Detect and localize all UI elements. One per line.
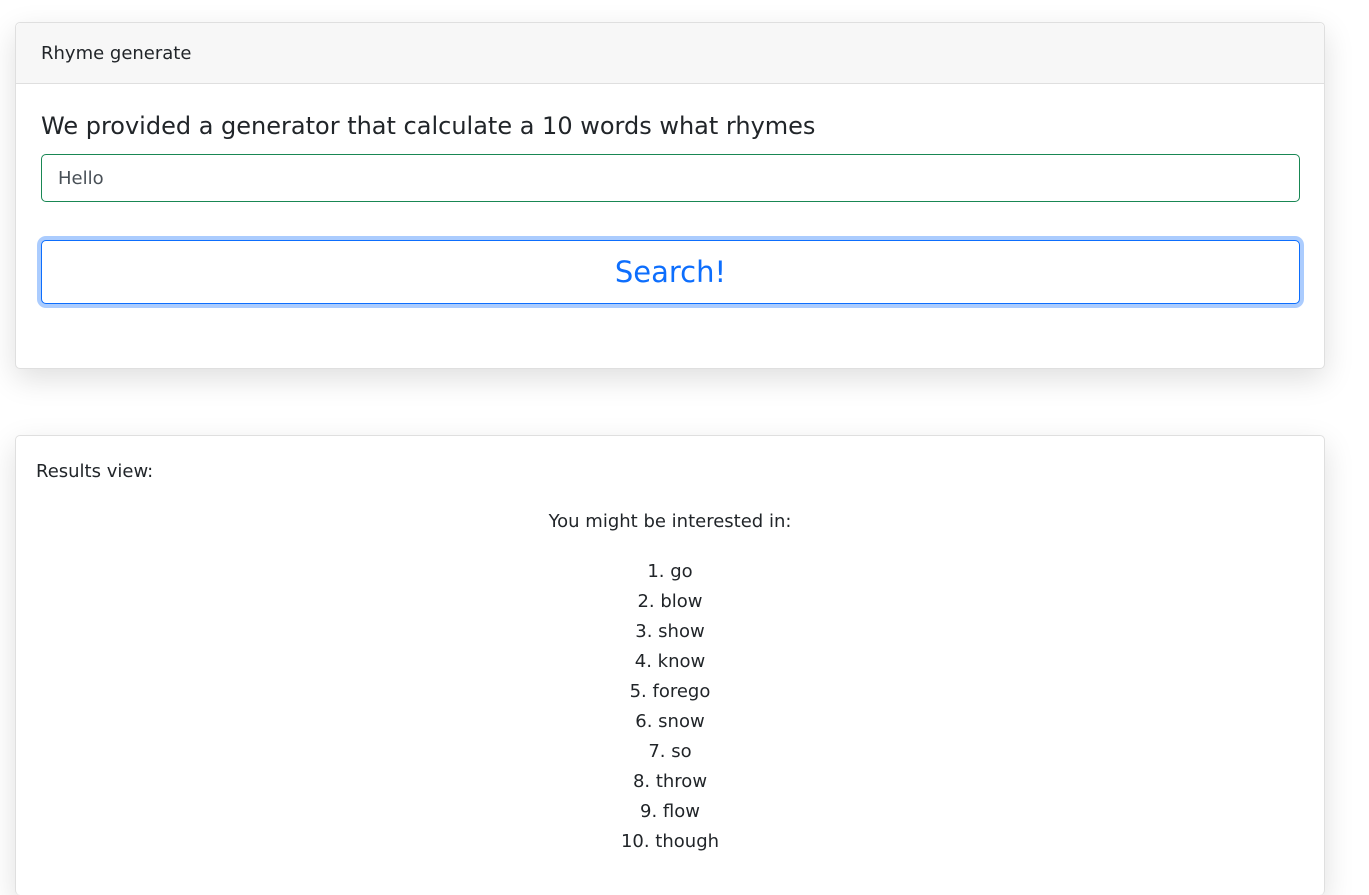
- list-item: 10. though: [620, 831, 720, 852]
- search-button[interactable]: Search!: [41, 240, 1300, 304]
- results-label: Results view:: [36, 461, 154, 482]
- results-list: 1. go 2. blow 3. show 4. know 5. forego …: [16, 560, 1324, 860]
- results-intro: You might be interested in:: [548, 511, 792, 532]
- results-card: Results view: You might be interested in…: [15, 435, 1325, 895]
- word-input[interactable]: [41, 154, 1300, 202]
- list-item: 3. show: [635, 621, 705, 642]
- list-item: 7. so: [648, 741, 692, 762]
- list-item: 5. forego: [629, 681, 711, 702]
- list-item: 2. blow: [637, 591, 703, 612]
- list-item: 4. know: [634, 651, 706, 672]
- list-item: 9. flow: [640, 801, 700, 822]
- list-item: 8. throw: [632, 771, 708, 792]
- generator-card-header: Rhyme generate: [16, 23, 1324, 84]
- generator-prompt: We provided a generator that calculate a…: [41, 112, 816, 140]
- generator-card: Rhyme generate We provided a generator t…: [15, 22, 1325, 369]
- list-item: 1. go: [647, 561, 693, 582]
- list-item: 6. snow: [635, 711, 705, 732]
